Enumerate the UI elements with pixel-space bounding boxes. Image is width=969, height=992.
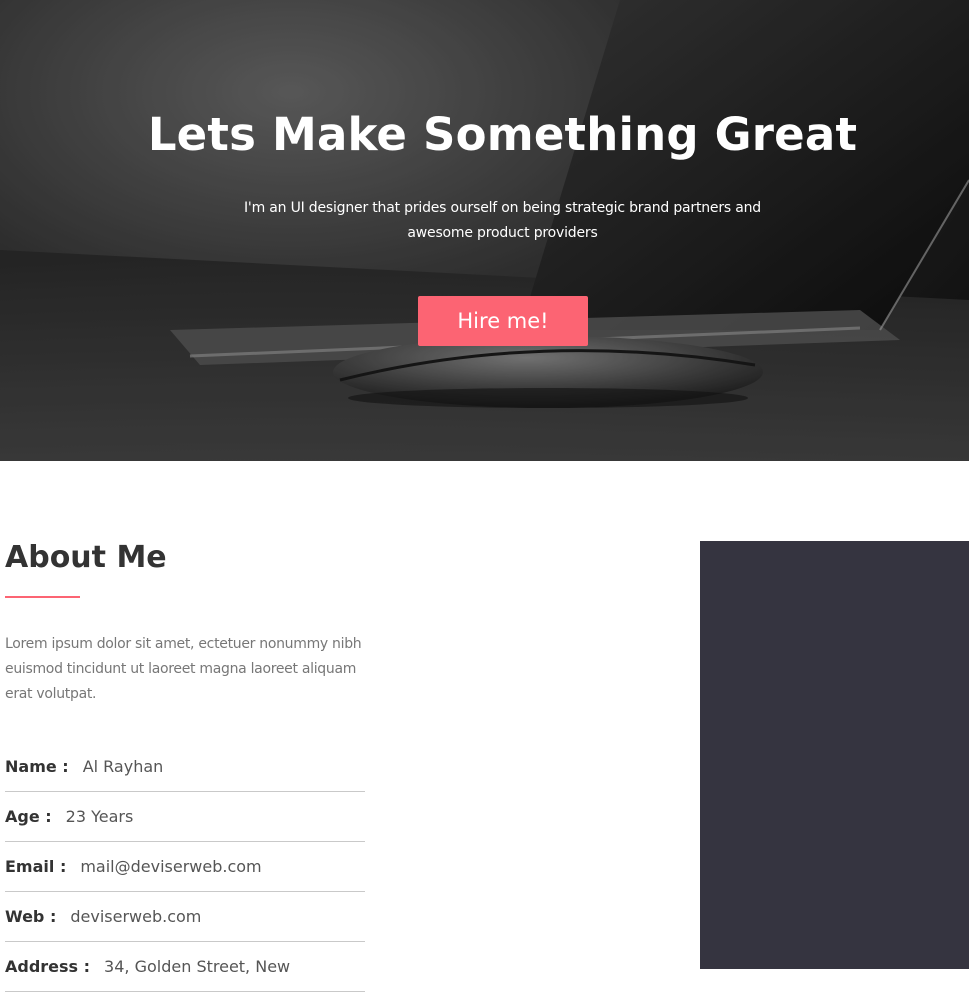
info-label: Age : <box>5 807 52 826</box>
info-value: 23 Years <box>65 807 134 826</box>
info-row-address: Address : 34, Golden Street, New <box>5 942 365 992</box>
personal-info-list: Name : Al Rayhan Age : 23 Years Email : … <box>5 742 365 992</box>
info-label: Web : <box>5 907 57 926</box>
info-row-age: Age : 23 Years <box>5 792 365 842</box>
title-underline <box>5 596 80 598</box>
info-label: Email : <box>5 857 67 876</box>
about-image-panel <box>700 541 969 969</box>
info-value: deviserweb.com <box>70 907 202 926</box>
info-row-web: Web : deviserweb.com <box>5 892 365 942</box>
hire-me-button[interactable]: Hire me! <box>418 296 588 346</box>
info-value: mail@deviserweb.com <box>80 857 262 876</box>
info-label: Name : <box>5 757 69 776</box>
hero-subtitle: I'm an UI designer that prides ourself o… <box>244 200 761 241</box>
hero-title: Lets Make Something Great <box>147 108 858 161</box>
hero-section: Lets Make Something Great I'm an UI desi… <box>0 0 969 461</box>
info-value: 34, Golden Street, New <box>104 957 291 976</box>
info-row-name: Name : Al Rayhan <box>5 742 365 792</box>
info-label: Address : <box>5 957 91 976</box>
info-value: Al Rayhan <box>82 757 164 776</box>
about-title: About Me <box>5 540 167 575</box>
about-description: Lorem ipsum dolor sit amet, ectetuer non… <box>5 636 362 702</box>
info-row-email: Email : mail@deviserweb.com <box>5 842 365 892</box>
